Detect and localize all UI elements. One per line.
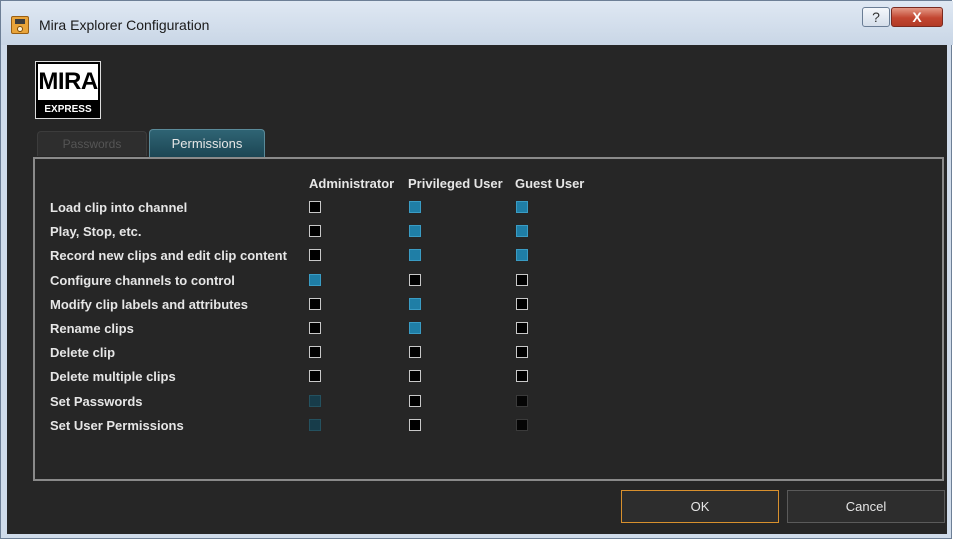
permission-label: Delete multiple clips [50,369,176,385]
checkbox-privileged-user[interactable] [409,273,421,286]
logo-text-mira: MIRA [38,64,98,100]
close-button[interactable]: X [891,7,943,27]
checkbox-administrator [309,394,321,407]
mira-express-logo: MIRA EXPRESS [35,61,101,119]
checkbox-privileged-user[interactable] [409,249,421,262]
title-bar[interactable]: Mira Explorer Configuration ? X [1,1,953,45]
checkbox-administrator[interactable] [309,201,321,213]
permission-label: Delete clip [50,345,116,361]
checkbox-guest-user[interactable] [516,346,528,359]
dialog-content: MIRA EXPRESS Passwords Permissions Admin… [7,45,947,534]
checkbox-guest-user[interactable] [516,297,528,310]
checkbox-privileged-user[interactable] [409,418,421,431]
ok-button[interactable]: OK [621,490,779,523]
checkbox-administrator[interactable] [309,249,321,262]
permission-label: Configure channels to control [50,272,235,288]
checkbox-guest-user[interactable] [516,225,528,238]
checkbox-privileged-user[interactable] [409,346,421,359]
window-title: Mira Explorer Configuration [39,17,210,33]
permission-label: Record new clips and edit clip content [50,248,287,264]
checkbox-guest-user[interactable] [516,249,528,262]
help-button[interactable]: ? [862,7,890,27]
checkbox-privileged-user[interactable] [409,225,421,238]
permission-label: Set Passwords [50,393,143,409]
checkbox-guest-user[interactable] [516,322,528,334]
tab-permissions[interactable]: Permissions [149,129,265,157]
checkbox-privileged-user[interactable] [409,297,421,310]
permission-label: Play, Stop, etc. [50,224,142,240]
permission-label: Load clip into channel [50,200,188,215]
checkbox-guest-user [516,394,528,407]
checkbox-privileged-user[interactable] [409,201,421,213]
checkbox-guest-user[interactable] [516,201,528,213]
checkbox-guest-user[interactable] [516,273,528,286]
cancel-button[interactable]: Cancel [787,490,945,523]
checkbox-privileged-user[interactable] [409,394,421,407]
checkbox-privileged-user[interactable] [409,370,421,383]
checkbox-guest-user[interactable] [516,370,528,383]
permission-label: Modify clip labels and attributes [50,296,248,312]
configuration-window: Mira Explorer Configuration ? X MIRA EXP… [0,0,953,539]
checkbox-administrator[interactable] [309,370,321,383]
column-header-privileged-user: Privileged User [408,176,503,191]
checkbox-administrator[interactable] [309,322,321,334]
column-header-guest-user: Guest User [515,176,585,191]
checkbox-guest-user [516,418,528,431]
permission-label: Set User Permissions [50,417,184,433]
mira-app-icon [11,16,29,34]
checkbox-administrator[interactable] [309,273,321,286]
checkbox-administrator[interactable] [309,346,321,359]
column-header-administrator: Administrator [309,176,395,191]
tab-passwords[interactable]: Passwords [37,131,147,156]
checkbox-administrator[interactable] [309,297,321,310]
permission-label: Rename clips [50,321,134,336]
checkbox-administrator [309,418,321,431]
logo-text-express: EXPRESS [44,104,92,115]
checkbox-privileged-user[interactable] [409,322,421,334]
checkbox-administrator[interactable] [309,225,321,238]
